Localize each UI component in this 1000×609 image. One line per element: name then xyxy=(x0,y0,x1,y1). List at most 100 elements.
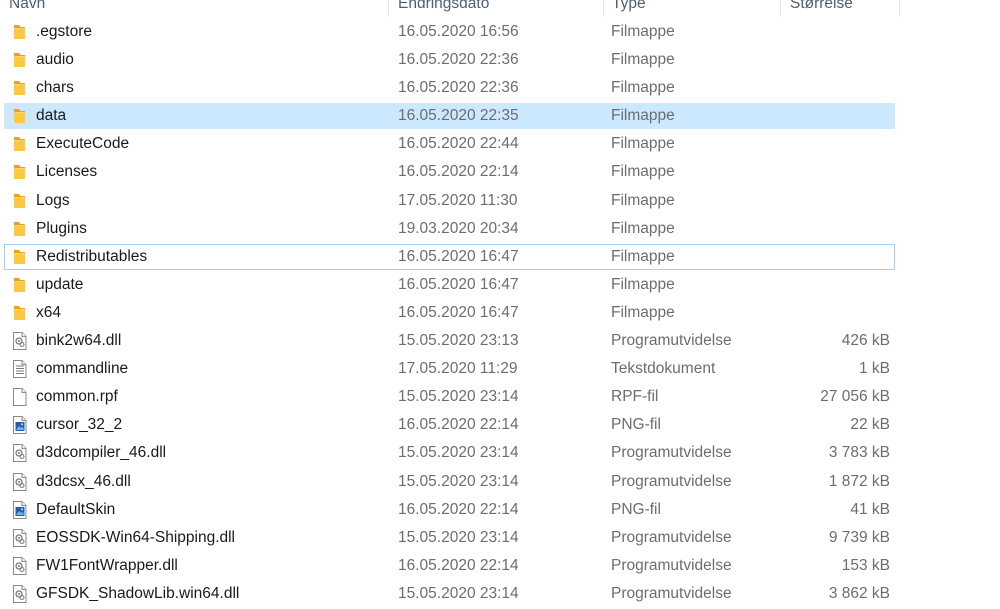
file-row[interactable]: data 16.05.2020 22:35 Filmappe xyxy=(0,102,1000,130)
file-name[interactable]: chars xyxy=(36,74,74,102)
file-date: 16.05.2020 22:35 xyxy=(398,107,519,125)
file-name[interactable]: d3dcsx_46.dll xyxy=(36,468,131,496)
file-size: 41 kB xyxy=(850,500,890,518)
file-name[interactable]: .egstore xyxy=(36,18,92,46)
image-file-icon xyxy=(11,415,28,435)
file-row[interactable]: .egstore 16.05.2020 16:56 Filmappe xyxy=(0,18,1000,46)
file-row[interactable]: FW1FontWrapper.dll 16.05.2020 22:14 Progra… xyxy=(0,552,1000,580)
folder-icon xyxy=(11,247,28,267)
file-row[interactable]: Redistributables 16.05.2020 16:47 Filmappe xyxy=(0,243,1000,271)
dll-file-icon xyxy=(11,472,28,492)
file-name[interactable]: bink2w64.dll xyxy=(36,327,121,355)
column-divider[interactable] xyxy=(388,0,389,17)
folder-icon xyxy=(11,191,28,211)
file-row[interactable]: x64 16.05.2020 16:47 Filmappe xyxy=(0,299,1000,327)
file-name[interactable]: Logs xyxy=(36,187,70,215)
file-type: Filmappe xyxy=(611,23,675,40)
column-header-size[interactable]: Størrelse xyxy=(790,0,853,17)
file-date: 17.05.2020 11:30 xyxy=(398,191,518,209)
column-header-date[interactable]: Endringsdato xyxy=(398,0,489,17)
file-row[interactable]: Plugins 19.03.2020 20:34 Filmappe xyxy=(0,215,1000,243)
file-size: 27 056 kB xyxy=(820,388,890,406)
column-divider[interactable] xyxy=(899,0,900,17)
file-row[interactable]: common.rpf 15.05.2020 23:14 RPF-fil 27 056 … xyxy=(0,383,1000,411)
file-type: Programutvidelse xyxy=(611,556,732,574)
file-date: 16.05.2020 16:47 xyxy=(398,275,519,293)
dll-file-icon xyxy=(11,556,28,576)
file-row[interactable]: audio 16.05.2020 22:36 Filmappe xyxy=(0,46,1000,74)
file-name[interactable]: Licenses xyxy=(36,158,97,186)
file-date: 17.05.2020 11:29 xyxy=(398,360,518,378)
folder-icon xyxy=(11,50,28,70)
file-name[interactable]: Redistributables xyxy=(36,243,147,271)
file-name[interactable]: GFSDK_ShadowLib.win64.dll xyxy=(36,580,239,608)
file-row[interactable]: chars 16.05.2020 22:36 Filmappe xyxy=(0,74,1000,102)
file-date: 19.03.2020 20:34 xyxy=(398,219,519,237)
file-date: 15.05.2020 23:14 xyxy=(398,388,519,406)
file-list: .egstore 16.05.2020 16:56 Filmappe audio 16.… xyxy=(0,18,1000,608)
file-size: 426 kB xyxy=(841,332,890,350)
file-type: Filmappe xyxy=(611,191,675,209)
file-row[interactable]: d3dcsx_46.dll 15.05.2020 23:14 Programutvi… xyxy=(0,468,1000,496)
file-row[interactable]: ExecuteCode 16.05.2020 22:44 Filmappe xyxy=(0,130,1000,158)
file-name[interactable]: ExecuteCode xyxy=(36,130,129,158)
column-header-type[interactable]: Type xyxy=(612,0,646,17)
file-name[interactable]: EOSSDK-Win64-Shipping.dll xyxy=(36,524,235,552)
file-name[interactable]: x64 xyxy=(36,299,61,327)
folder-icon xyxy=(11,219,28,239)
file-name[interactable]: FW1FontWrapper.dll xyxy=(36,552,178,580)
column-header-name[interactable]: Navn xyxy=(9,0,45,17)
file-date: 15.05.2020 23:14 xyxy=(398,528,519,546)
text-file-icon xyxy=(11,359,28,379)
file-row[interactable]: cursor_32_2 16.05.2020 22:14 PNG-fil 22 kB xyxy=(0,411,1000,439)
file-type: PNG-fil xyxy=(611,500,661,518)
file-type: Filmappe xyxy=(611,303,675,321)
file-row[interactable]: bink2w64.dll 15.05.2020 23:13 Programutvid… xyxy=(0,327,1000,355)
column-divider[interactable] xyxy=(603,0,604,17)
file-name[interactable]: audio xyxy=(36,46,74,74)
file-date: 16.05.2020 22:14 xyxy=(398,416,519,434)
dll-file-icon xyxy=(11,584,28,604)
file-name[interactable]: common.rpf xyxy=(36,383,118,411)
file-type: Tekstdokument xyxy=(611,360,716,378)
file-row[interactable]: commandline 17.05.2020 11:29 Tekstdokument… xyxy=(0,355,1000,383)
folder-icon xyxy=(11,134,28,154)
file-name[interactable]: DefaultSkin xyxy=(36,496,115,524)
folder-icon xyxy=(11,106,28,126)
file-type: Filmappe xyxy=(611,107,675,125)
file-size: 9 739 kB xyxy=(828,528,890,546)
file-row[interactable]: EOSSDK-Win64-Shipping.dll 15.05.2020 23:1… xyxy=(0,524,1000,552)
column-divider[interactable] xyxy=(780,0,781,17)
file-size: 153 kB xyxy=(841,556,890,574)
file-date: 16.05.2020 16:56 xyxy=(398,23,519,40)
file-name[interactable]: cursor_32_2 xyxy=(36,411,122,439)
file-type: Filmappe xyxy=(611,219,675,237)
file-name[interactable]: update xyxy=(36,271,83,299)
file-date: 15.05.2020 23:14 xyxy=(398,584,519,602)
file-name[interactable]: Plugins xyxy=(36,215,87,243)
file-type: Filmappe xyxy=(611,79,675,97)
file-row[interactable]: d3dcompiler_46.dll 15.05.2020 23:14 Progra… xyxy=(0,439,1000,467)
file-row[interactable]: update 16.05.2020 16:47 Filmappe xyxy=(0,271,1000,299)
file-date: 16.05.2020 16:47 xyxy=(398,247,519,265)
file-name[interactable]: d3dcompiler_46.dll xyxy=(36,439,166,467)
file-type: Filmappe xyxy=(611,247,675,265)
file-type: Filmappe xyxy=(611,135,675,153)
file-row[interactable]: Licenses 16.05.2020 22:14 Filmappe xyxy=(0,158,1000,186)
folder-icon xyxy=(11,303,28,323)
file-type: Programutvidelse xyxy=(611,472,732,490)
file-date: 15.05.2020 23:13 xyxy=(398,332,519,350)
file-row[interactable]: GFSDK_ShadowLib.win64.dll 15.05.2020 23:1… xyxy=(0,580,1000,608)
file-size: 3 783 kB xyxy=(828,444,890,462)
dll-file-icon xyxy=(11,528,28,548)
file-name[interactable]: data xyxy=(36,102,66,130)
file-row[interactable]: DefaultSkin 16.05.2020 22:14 PNG-fil 41 kB xyxy=(0,496,1000,524)
file-date: 16.05.2020 22:14 xyxy=(398,556,519,574)
file-type: Programutvidelse xyxy=(611,584,732,602)
file-name[interactable]: commandline xyxy=(36,355,128,383)
file-date: 16.05.2020 22:14 xyxy=(398,500,519,518)
file-row[interactable]: Logs 17.05.2020 11:30 Filmappe xyxy=(0,187,1000,215)
file-type: Filmappe xyxy=(611,51,675,69)
file-size: 1 872 kB xyxy=(828,472,890,490)
file-date: 15.05.2020 23:14 xyxy=(398,472,519,490)
